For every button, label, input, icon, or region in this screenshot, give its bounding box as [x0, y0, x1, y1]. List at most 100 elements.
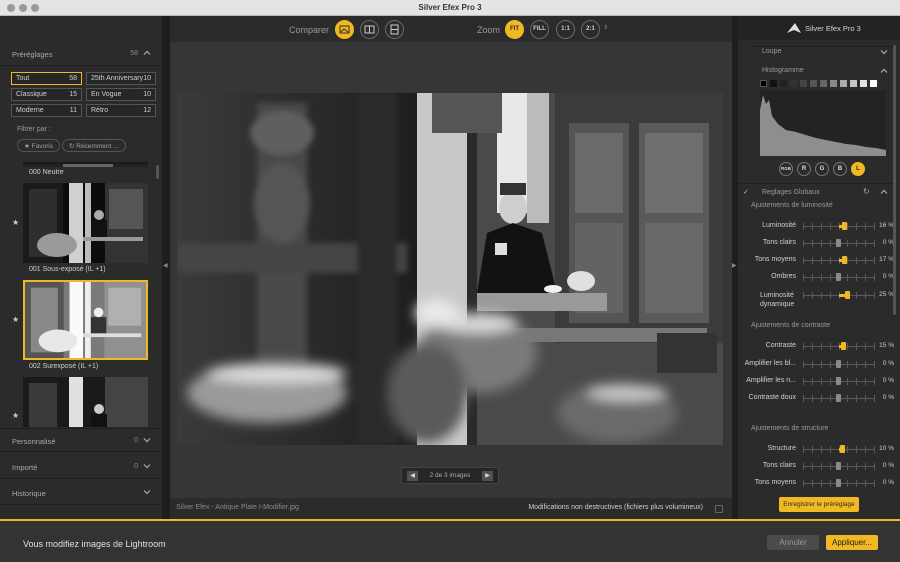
- zoom-fill-button[interactable]: FILL: [530, 20, 549, 39]
- slider-handle[interactable]: [836, 239, 841, 247]
- save-preset-button[interactable]: Enregistrer le préréglage: [779, 497, 859, 512]
- nondestructive-checkbox[interactable]: [715, 505, 723, 513]
- slider-track[interactable]: [803, 256, 875, 264]
- preset-scrollbar[interactable]: [156, 165, 159, 179]
- category-count: 58: [69, 75, 77, 82]
- slider-track[interactable]: [803, 291, 875, 299]
- slider-tick: [847, 361, 849, 368]
- collapse-left-icon[interactable]: ◀: [163, 262, 168, 269]
- slider-track[interactable]: [803, 394, 875, 402]
- category-en-vogue[interactable]: En Vogue 10: [86, 88, 156, 101]
- zone-swatch[interactable]: [790, 80, 797, 87]
- channel-rgb-button[interactable]: RGB: [779, 162, 793, 176]
- slider-handle[interactable]: [836, 479, 841, 487]
- category-25th-anniversary[interactable]: 25th Anniversary 10: [86, 72, 156, 85]
- slider-handle[interactable]: [836, 360, 841, 368]
- cancel-button[interactable]: Annuler: [767, 535, 819, 550]
- presets-label: Préréglages: [12, 50, 53, 59]
- filter-favorites[interactable]: ★ Favoris: [17, 139, 60, 152]
- loupe-header[interactable]: Loupe: [753, 46, 893, 55]
- slider-track[interactable]: [803, 445, 875, 453]
- slider-handle[interactable]: [836, 377, 841, 385]
- channel-g-button[interactable]: G: [815, 162, 829, 176]
- compare-side-icon[interactable]: [385, 20, 404, 39]
- category-tout[interactable]: Tout 58: [11, 72, 82, 85]
- presets-header[interactable]: Préréglages 58: [0, 42, 162, 66]
- slider-track[interactable]: [803, 273, 875, 281]
- preset-thumb-003[interactable]: [23, 377, 148, 427]
- slider-handle[interactable]: [836, 273, 841, 281]
- zoom-stepper-icon[interactable]: ⇕: [603, 24, 608, 31]
- slider-label: Amplifier les bl...: [744, 360, 796, 367]
- slider-track[interactable]: [803, 239, 875, 247]
- zone-swatch[interactable]: [760, 80, 767, 87]
- zone-swatch[interactable]: [770, 80, 777, 87]
- slider-label: Structure: [767, 445, 796, 452]
- zone-swatch[interactable]: [860, 80, 867, 87]
- personalise-header[interactable]: Personnalisé 0: [0, 428, 162, 452]
- preset-thumb-000[interactable]: [23, 162, 148, 167]
- chevron-down-icon[interactable]: [142, 461, 152, 471]
- slider-track[interactable]: [803, 462, 875, 470]
- reset-icon[interactable]: ↻: [863, 187, 870, 196]
- category-classique[interactable]: Classique 15: [11, 88, 82, 101]
- category-retro[interactable]: Rétro 12: [86, 104, 156, 117]
- importe-header[interactable]: Importé 0: [0, 455, 162, 479]
- zone-swatch[interactable]: [830, 80, 837, 87]
- right-scrollbar[interactable]: [893, 45, 896, 315]
- preset-thumb-001[interactable]: [23, 183, 148, 263]
- slider-handle[interactable]: [842, 256, 848, 264]
- chevron-down-icon[interactable]: [879, 47, 889, 57]
- channel-l-button[interactable]: L: [851, 162, 865, 176]
- collapse-right-icon[interactable]: ▶: [732, 262, 737, 269]
- compare-split-icon[interactable]: [360, 20, 379, 39]
- image-pager: ◀ 2 de 3 images ▶: [401, 467, 499, 484]
- zoom-2-1-button[interactable]: 2:1: [581, 20, 600, 39]
- channel-r-button[interactable]: R: [797, 162, 811, 176]
- slider-handle[interactable]: [844, 291, 850, 299]
- slider-handle[interactable]: [841, 342, 847, 350]
- slider-handle[interactable]: [836, 462, 841, 470]
- zoom-1-1-button[interactable]: 1:1: [556, 20, 575, 39]
- zone-swatch[interactable]: [870, 80, 877, 87]
- chevron-up-icon[interactable]: [879, 66, 889, 76]
- compare-single-icon[interactable]: [335, 20, 354, 39]
- zone-swatch[interactable]: [820, 80, 827, 87]
- apply-button[interactable]: Appliquer...: [826, 535, 878, 550]
- zone-swatch[interactable]: [840, 80, 847, 87]
- slider-handle[interactable]: [836, 394, 841, 402]
- photo-preview[interactable]: [177, 93, 723, 445]
- slider-track[interactable]: [803, 222, 875, 230]
- slider-tick: [829, 361, 831, 368]
- global-adjust-header[interactable]: ✓ Reglages Globaux ↻: [738, 183, 893, 199]
- slider-track[interactable]: [803, 377, 875, 385]
- slider-track[interactable]: [803, 479, 875, 487]
- chevron-up-icon[interactable]: [879, 187, 889, 197]
- window-title: Silver Efex Pro 3: [418, 3, 482, 12]
- zoom-fit-button[interactable]: FIT: [505, 20, 524, 39]
- filter-recent[interactable]: ↻ Récemment ...: [62, 139, 126, 152]
- star-icon[interactable]: ★: [12, 218, 19, 227]
- zone-swatch[interactable]: [780, 80, 787, 87]
- slider-handle[interactable]: [841, 222, 847, 230]
- slider-tick: [829, 274, 831, 281]
- slider-track[interactable]: [803, 342, 875, 350]
- star-icon[interactable]: ★: [12, 315, 19, 324]
- slider-handle[interactable]: [839, 445, 845, 453]
- next-image-icon[interactable]: ▶: [482, 471, 493, 481]
- chevron-up-icon[interactable]: [142, 48, 152, 58]
- slider-tick: [811, 378, 813, 385]
- channel-b-button[interactable]: B: [833, 162, 847, 176]
- zone-swatch[interactable]: [850, 80, 857, 87]
- zone-swatch[interactable]: [810, 80, 817, 87]
- chevron-down-icon[interactable]: [142, 487, 152, 497]
- historique-header[interactable]: Historique: [0, 481, 162, 505]
- slider-track[interactable]: [803, 360, 875, 368]
- zone-swatch[interactable]: [800, 80, 807, 87]
- enable-check-icon[interactable]: ✓: [743, 188, 749, 196]
- category-moderne[interactable]: Moderne 11: [11, 104, 82, 117]
- preset-thumb-002[interactable]: [23, 280, 148, 360]
- chevron-down-icon[interactable]: [142, 435, 152, 445]
- star-icon[interactable]: ★: [12, 411, 19, 420]
- slider-tick: [803, 274, 804, 281]
